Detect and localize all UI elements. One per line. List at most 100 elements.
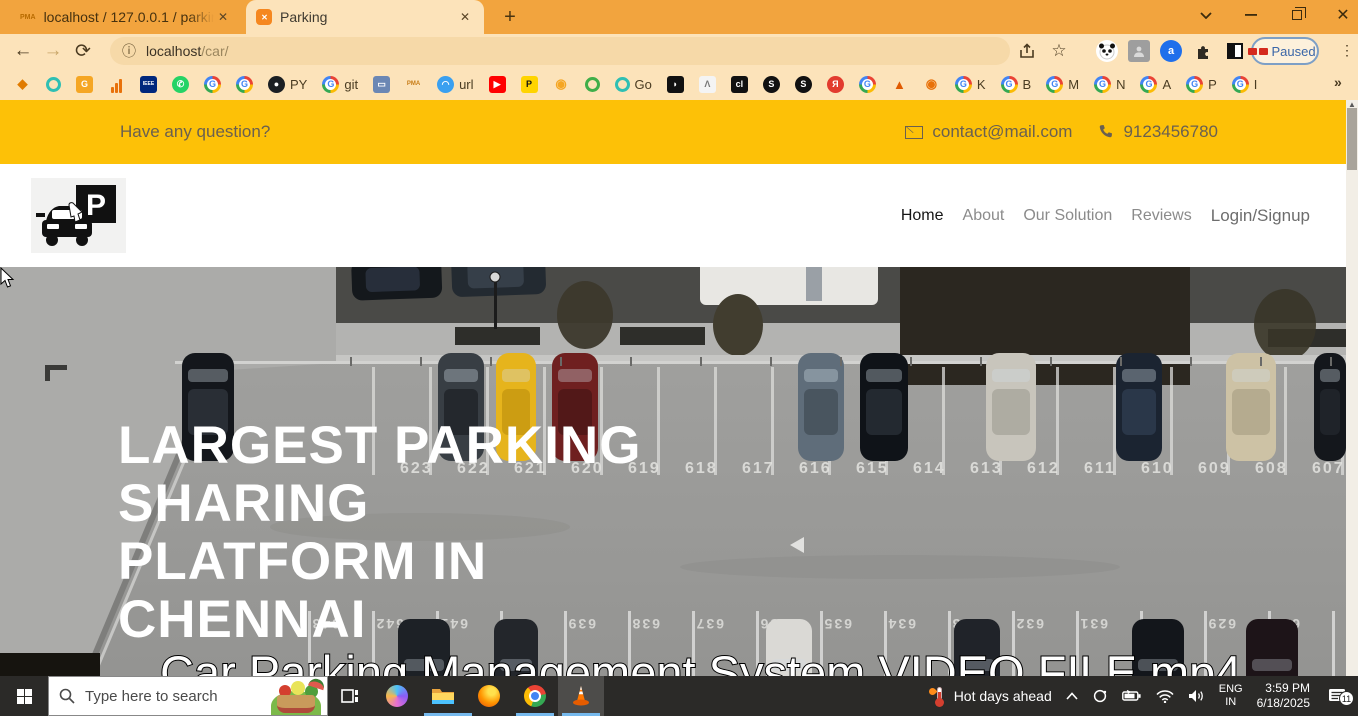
url-arc-bookmark[interactable]: ◠url (437, 76, 473, 93)
tab-close-icon[interactable]: ✕ (456, 8, 474, 26)
extensions-puzzle-icon[interactable] (1192, 40, 1214, 62)
volume-icon[interactable] (1188, 689, 1205, 703)
google-b-bookmark[interactable]: GB (1001, 76, 1032, 93)
whatsapp-bookmark[interactable]: ✆ (172, 76, 189, 93)
tab-phpmyadmin[interactable]: PMA localhost / 127.0.0.1 / parking / a … (10, 0, 242, 34)
hero-section: 6236226216206196186176166156146136126116… (0, 267, 1346, 676)
copilot-button[interactable] (374, 676, 420, 716)
diamond-bookmark[interactable]: ◆ (14, 76, 31, 93)
battery-icon[interactable] (1122, 690, 1142, 702)
seagull-bookmark[interactable]: ◗ (667, 76, 684, 93)
tab-close-icon[interactable]: ✕ (214, 8, 232, 26)
google-2-bookmark[interactable]: G (236, 76, 253, 93)
google-git-bookmark[interactable]: Ggit (322, 76, 358, 93)
nav-item-reviews[interactable]: Reviews (1131, 207, 1191, 225)
p-yellow-bookmark[interactable]: P (521, 76, 538, 93)
headline-line: LARGEST PARKING (118, 417, 641, 475)
orange-g-box-bookmark[interactable]: G (76, 76, 93, 93)
taskbar-search-input[interactable]: Type here to search (48, 676, 328, 716)
new-tab-button[interactable]: + (498, 5, 522, 29)
google-k-bookmark[interactable]: GK (955, 76, 986, 93)
tab-title: Parking (280, 9, 456, 25)
github-py-bookmark[interactable]: ●PY (268, 76, 307, 93)
language-indicator[interactable]: ENG IN (1219, 683, 1243, 709)
task-view-button[interactable] (328, 676, 374, 716)
hidden-icons-chevron[interactable] (1066, 692, 1078, 700)
cl-bookmark[interactable]: cl (731, 76, 748, 93)
youtube-bookmark[interactable]: ▶ (489, 76, 506, 93)
diamond-icon: ◆ (14, 76, 31, 93)
restore-button[interactable] (1274, 0, 1320, 30)
skater-bookmark[interactable]: Λ (699, 76, 716, 93)
google-p-icon: G (1186, 76, 1203, 93)
google-1-bookmark[interactable]: G (204, 76, 221, 93)
topbar-phone[interactable]: 9123456780 (1098, 122, 1218, 142)
file-explorer-button[interactable] (420, 676, 466, 716)
blue-box-bookmark[interactable]: ▭ (373, 76, 390, 93)
google-p-bookmark[interactable]: GP (1186, 76, 1217, 93)
google-m-bookmark[interactable]: GM (1046, 76, 1079, 93)
google-i-bookmark[interactable]: GI (1232, 76, 1258, 93)
teal-ring-bookmark[interactable] (46, 77, 61, 92)
url-arc-label: url (459, 77, 473, 92)
google-a-bookmark[interactable]: GA (1140, 76, 1171, 93)
scrollbar[interactable]: ▲ (1346, 100, 1358, 676)
firefox-button[interactable] (466, 676, 512, 716)
svg-text:608: 608 (1255, 460, 1288, 477)
close-button[interactable]: ✕ (1320, 0, 1358, 30)
green-ring-bookmark[interactable] (585, 77, 600, 92)
bookmark-star-icon[interactable]: ☆ (1048, 40, 1070, 62)
vlc-button[interactable] (558, 676, 604, 716)
downloader-icon (1248, 48, 1257, 55)
analytics-bars-bookmark[interactable] (108, 76, 125, 93)
svg-text:617: 617 (742, 460, 775, 477)
address-bar[interactable]: ⓘ localhost/car/ (110, 37, 1010, 65)
site-info-icon[interactable]: ⓘ (122, 41, 136, 61)
profile-extension-icon[interactable] (1128, 40, 1150, 62)
site-logo[interactable]: P (31, 178, 126, 253)
reload-icon[interactable]: ⟳ (68, 37, 98, 65)
yandex-bookmark[interactable]: Я (827, 76, 844, 93)
chrome-button[interactable] (512, 676, 558, 716)
browser-menu-icon[interactable]: ⋮ (1340, 42, 1354, 59)
go-teal-bookmark[interactable]: Go (615, 77, 652, 92)
matlab-bookmark[interactable]: ▲ (891, 76, 908, 93)
nav-item-our-solution[interactable]: Our Solution (1023, 207, 1112, 225)
phpmyadmin-bookmark[interactable]: PMA (405, 76, 422, 93)
weather-widget[interactable]: Hot days ahead (929, 686, 1052, 706)
google-git-icon: G (322, 76, 339, 93)
start-button[interactable] (0, 676, 48, 716)
parking-logo-icon: P (36, 183, 122, 249)
tab-parking[interactable]: ✕ Parking ✕ (246, 0, 484, 34)
tab-search-chevron-icon[interactable] (1183, 0, 1229, 30)
downloader-paused-badge[interactable]: Paused (1251, 37, 1319, 65)
scrollbar-thumb[interactable] (1347, 108, 1357, 170)
ieee-bookmark[interactable]: IEEE (140, 76, 157, 93)
panda-extension-icon[interactable] (1096, 40, 1118, 62)
meet-now-icon[interactable] (1092, 688, 1108, 704)
bookmarks-overflow-chevron[interactable]: » (1334, 74, 1342, 90)
google-3-bookmark[interactable]: G (859, 76, 876, 93)
share-icon[interactable] (1016, 40, 1038, 62)
search-highlight-image[interactable] (265, 677, 327, 715)
google-n-bookmark[interactable]: GN (1094, 76, 1125, 93)
nav-item-home[interactable]: Home (901, 207, 944, 225)
clock[interactable]: 3:59 PM 6/18/2025 (1257, 681, 1310, 711)
firefox-icon (478, 685, 500, 707)
a-extension-icon[interactable]: a (1160, 40, 1182, 62)
reader-extension-icon[interactable] (1224, 40, 1246, 62)
back-icon[interactable]: ← (8, 37, 38, 65)
scihub-1-bookmark[interactable]: S (763, 76, 780, 93)
topbar-email[interactable]: contact@mail.com (905, 122, 1072, 142)
wifi-icon[interactable] (1156, 690, 1174, 703)
site-navbar: P Home About Our Solution Reviews Login/Sign… (0, 164, 1346, 267)
nav-item-about[interactable]: About (963, 207, 1005, 225)
notification-center-button[interactable]: 11 (1324, 688, 1350, 704)
google-b-icon: G (1001, 76, 1018, 93)
forward-icon[interactable]: → (38, 37, 68, 65)
minimize-button[interactable] (1228, 0, 1274, 30)
nav-item-login-signup[interactable]: Login/Signup (1211, 206, 1310, 226)
scihub-2-bookmark[interactable]: S (795, 76, 812, 93)
camera-bookmark[interactable]: ◉ (553, 76, 570, 93)
eye-bookmark[interactable]: ◉ (923, 76, 940, 93)
